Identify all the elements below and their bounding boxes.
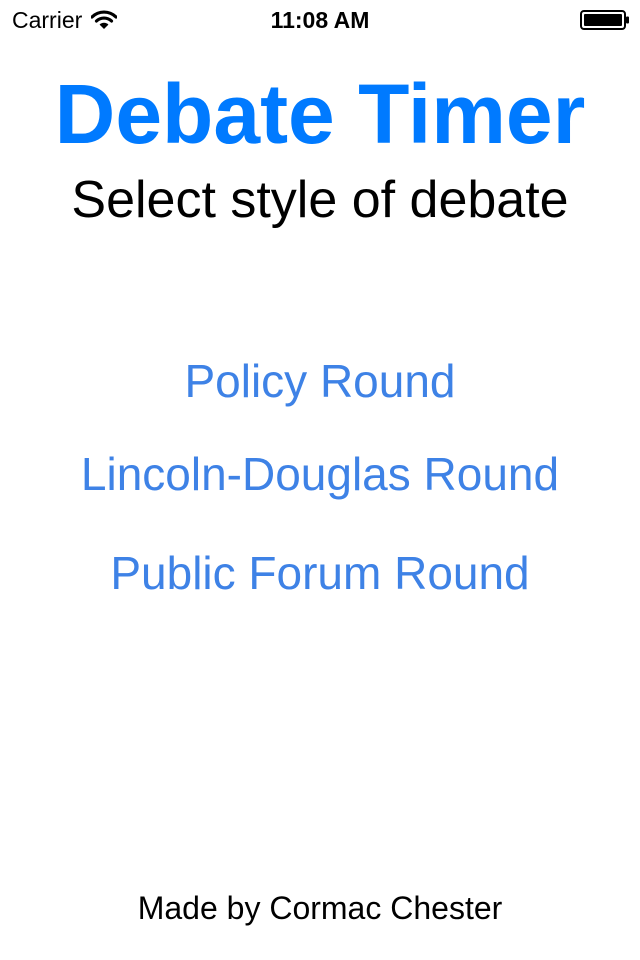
status-time: 11:08 AM [270,7,370,33]
app-title: Debate Timer [54,67,586,161]
public-forum-round-button[interactable]: Public Forum Round [0,541,640,605]
status-bar: Carrier 11:08 AM [0,0,640,40]
lincoln-douglas-round-button[interactable]: Lincoln-Douglas Round [0,442,640,506]
footer-credit: Made by Cormac Chester [137,890,503,926]
app-subtitle: Select style of debate [71,171,569,229]
policy-round-button[interactable]: Policy Round [0,349,640,413]
battery-icon [580,10,630,30]
